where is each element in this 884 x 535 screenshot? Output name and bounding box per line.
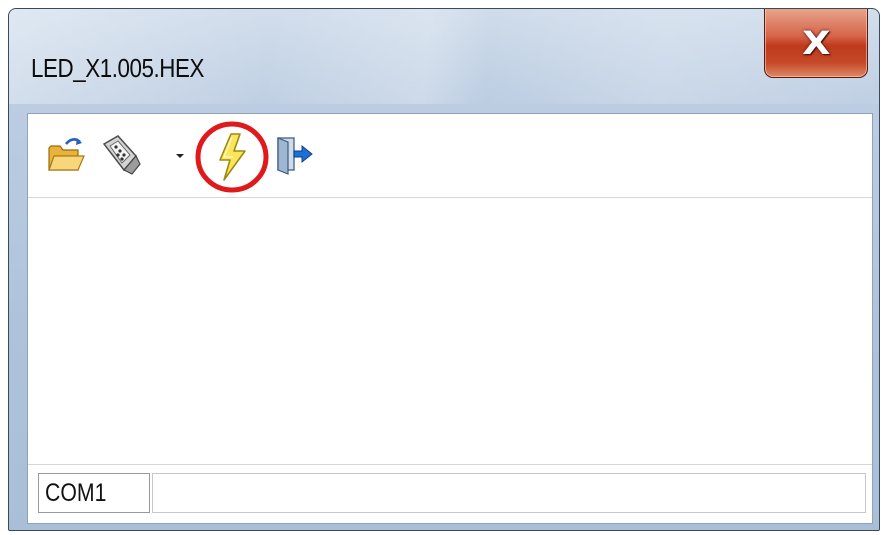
app-window: LED_X1.005.HEX X COM1 <box>8 8 880 531</box>
client-area: COM1 <box>27 113 873 524</box>
title-bar[interactable]: LED_X1.005.HEX X <box>9 9 879 104</box>
com-port-panel: COM1 <box>38 473 150 513</box>
main-content-area <box>28 198 872 464</box>
status-bar: COM1 <box>28 464 872 523</box>
close-button[interactable]: X <box>764 9 868 78</box>
lightning-bolt-icon <box>195 121 269 193</box>
close-icon: X <box>801 23 831 62</box>
connect-dropdown-button[interactable] <box>174 148 186 160</box>
open-file-button[interactable] <box>46 134 86 174</box>
window-title: LED_X1.005.HEX <box>31 53 204 83</box>
exit-button[interactable] <box>272 132 316 176</box>
com-port-label: COM1 <box>45 479 107 507</box>
exit-door-icon <box>277 137 313 175</box>
open-folder-icon <box>48 138 85 171</box>
status-panel-empty <box>152 473 866 513</box>
flash-button[interactable] <box>193 118 273 194</box>
dropdown-arrow-icon <box>176 154 184 158</box>
serial-connector-icon <box>102 135 141 175</box>
connect-button[interactable] <box>96 130 144 178</box>
toolbar <box>28 114 872 198</box>
